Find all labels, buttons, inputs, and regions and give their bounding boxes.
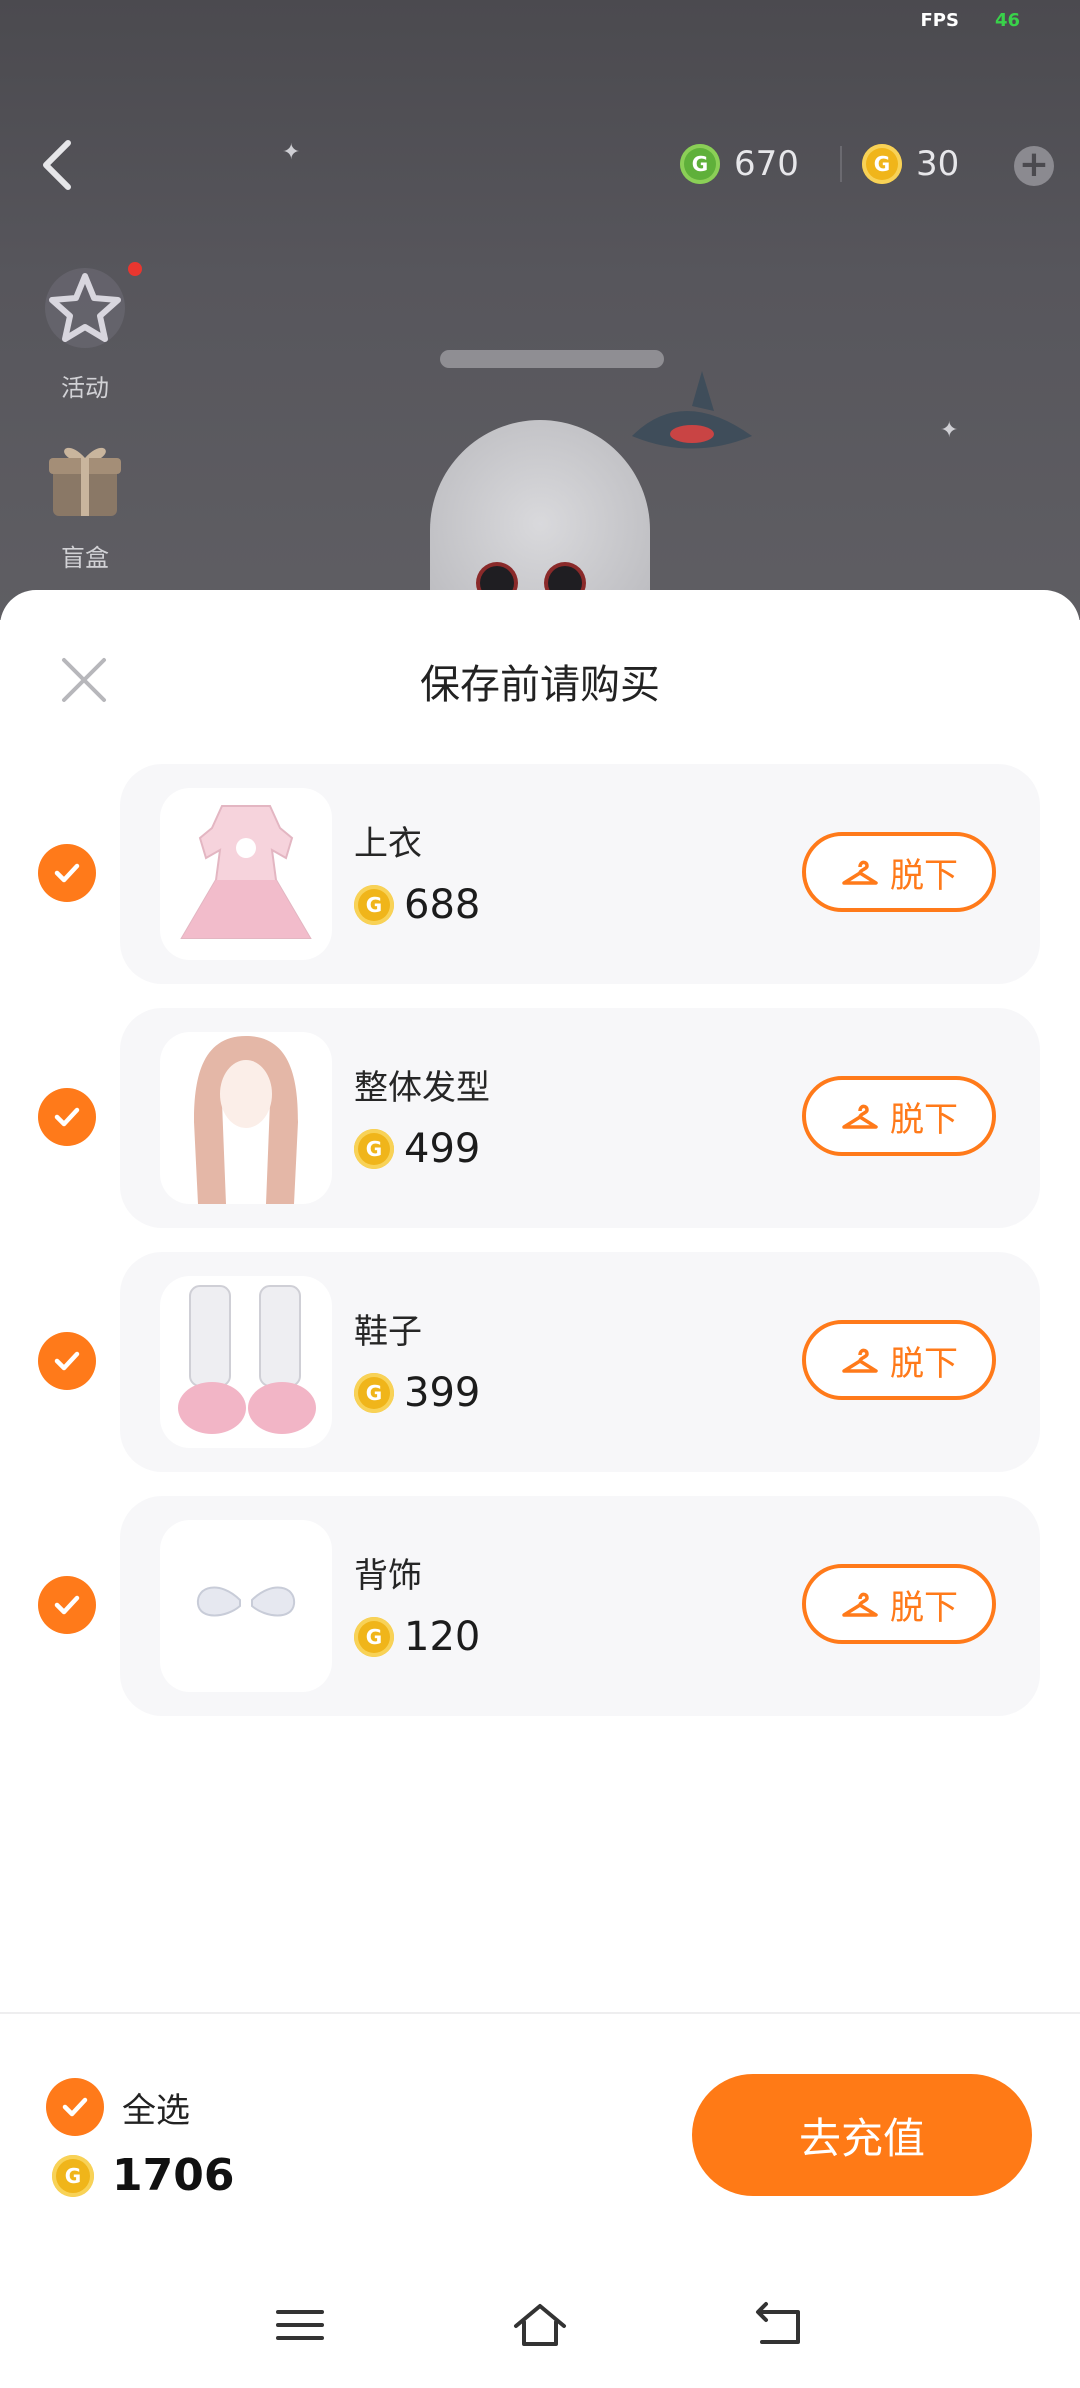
- take-off-button[interactable]: 脱下: [802, 832, 996, 912]
- item-price-value: 120: [404, 1614, 481, 1660]
- gold-g-coin-icon: G: [354, 1373, 394, 1413]
- gold-g-coin-icon: G: [354, 885, 394, 925]
- recharge-button[interactable]: 去充值: [692, 2074, 1032, 2196]
- take-off-button[interactable]: 脱下: [802, 1320, 996, 1400]
- take-off-button[interactable]: 脱下: [802, 1076, 996, 1156]
- gold-currency-value: 30: [916, 144, 960, 184]
- list-item: 整体发型 G 499 脱下: [0, 1008, 1080, 1228]
- star-badge-icon: [45, 268, 125, 348]
- sparkle-icon: ✦: [940, 418, 959, 443]
- activity-label: 活动: [61, 374, 109, 402]
- item-card: 整体发型 G 499 脱下: [120, 1008, 1040, 1228]
- hanger-icon: [842, 1104, 878, 1129]
- select-all-label: 全选: [122, 2090, 190, 2131]
- fps-value: 46: [994, 10, 1020, 31]
- item-price-value: 688: [404, 882, 481, 928]
- item-price-value: 499: [404, 1126, 481, 1172]
- item-checkbox[interactable]: [38, 1332, 96, 1390]
- green-currency-value: 670: [734, 144, 799, 184]
- menu-icon[interactable]: [270, 2300, 330, 2350]
- hanger-icon: [842, 1348, 878, 1373]
- hairstyle-image: [194, 1036, 298, 1204]
- system-nav-bar: [0, 2260, 1080, 2388]
- currency-divider: [840, 146, 842, 182]
- blindbox-entry[interactable]: 盲盒: [30, 432, 140, 573]
- item-thumbnail: [160, 788, 332, 960]
- checkmark-icon: [54, 1107, 80, 1127]
- gold-g-coin-icon: G: [354, 1129, 394, 1169]
- item-name: 背饰: [354, 1556, 422, 1596]
- item-checkbox[interactable]: [38, 1576, 96, 1634]
- checkmark-icon: [62, 2097, 88, 2117]
- gold-g-coin-icon: G: [354, 1617, 394, 1657]
- hanger-icon: [842, 860, 878, 885]
- gold-g-coin-icon: G: [52, 2154, 94, 2197]
- item-price-value: 399: [404, 1370, 481, 1416]
- list-item: 背饰 G 120 脱下: [0, 1496, 1080, 1716]
- item-name: 上衣: [354, 824, 422, 864]
- home-icon[interactable]: [510, 2300, 570, 2350]
- back-icon[interactable]: [750, 2300, 810, 2350]
- item-price: G 499: [354, 1126, 480, 1172]
- list-item: 鞋子 G 399 脱下: [0, 1252, 1080, 1472]
- take-off-label: 脱下: [890, 1587, 958, 1628]
- item-price: G 688: [354, 882, 480, 928]
- item-price: G 120: [354, 1614, 480, 1660]
- take-off-label: 脱下: [890, 1099, 958, 1140]
- item-thumbnail: [160, 1032, 332, 1204]
- gold-currency: G 30: [862, 140, 959, 188]
- footer-divider: [0, 2012, 1080, 2014]
- item-thumbnail: [160, 1276, 332, 1448]
- list-item: 上衣 G 688 脱下: [0, 764, 1080, 984]
- shoes-image: [178, 1285, 316, 1434]
- sheet-title: 保存前请购买: [420, 662, 660, 708]
- game-scene: FPS 46 G 670 G 30 + 活动 盲盒 ✦ ✦: [0, 0, 1080, 620]
- select-all-checkbox[interactable]: [46, 2078, 104, 2136]
- checkmark-icon: [54, 863, 80, 883]
- checkmark-icon: [54, 1595, 80, 1615]
- item-checkbox[interactable]: [38, 1088, 96, 1146]
- gift-box-icon: [49, 447, 121, 516]
- item-name: 整体发型: [354, 1068, 490, 1108]
- sparkle-icon: ✦: [282, 140, 301, 165]
- item-card: 鞋子 G 399 脱下: [120, 1252, 1040, 1472]
- checkmark-icon: [54, 1351, 80, 1371]
- total-price: G 1706: [52, 2150, 234, 2201]
- total-price-value: 1706: [112, 2150, 235, 2201]
- fps-label: FPS: [920, 10, 959, 31]
- green-g-coin-icon: G: [680, 144, 720, 184]
- activity-entry[interactable]: 活动: [30, 262, 142, 403]
- back-arrow-icon[interactable]: [34, 135, 80, 195]
- notification-dot: [128, 262, 142, 276]
- item-thumbnail: [160, 1520, 332, 1692]
- wings-image: [196, 1586, 296, 1617]
- take-off-button[interactable]: 脱下: [802, 1564, 996, 1644]
- fps-counter: FPS 46: [920, 10, 1020, 31]
- blindbox-label: 盲盒: [61, 544, 109, 572]
- purchase-sheet: 保存前请购买 上衣 G 688 脱下 整体发型 G 499 脱下 鞋子 G 39…: [0, 590, 1080, 2388]
- green-currency: G 670: [680, 140, 799, 188]
- take-off-label: 脱下: [890, 1343, 958, 1384]
- item-card: 上衣 G 688 脱下: [120, 764, 1040, 984]
- select-all-toggle[interactable]: 全选: [46, 2078, 190, 2136]
- item-price: G 399: [354, 1370, 480, 1416]
- item-checkbox[interactable]: [38, 844, 96, 902]
- hanger-icon: [842, 1592, 878, 1617]
- add-currency-button[interactable]: +: [1014, 146, 1054, 186]
- gold-g-coin-icon: G: [862, 144, 902, 184]
- dress-image: [180, 805, 312, 939]
- item-name: 鞋子: [354, 1312, 422, 1352]
- item-card: 背饰 G 120 脱下: [120, 1496, 1040, 1716]
- shark-pet-icon: [632, 371, 752, 449]
- take-off-label: 脱下: [890, 855, 958, 896]
